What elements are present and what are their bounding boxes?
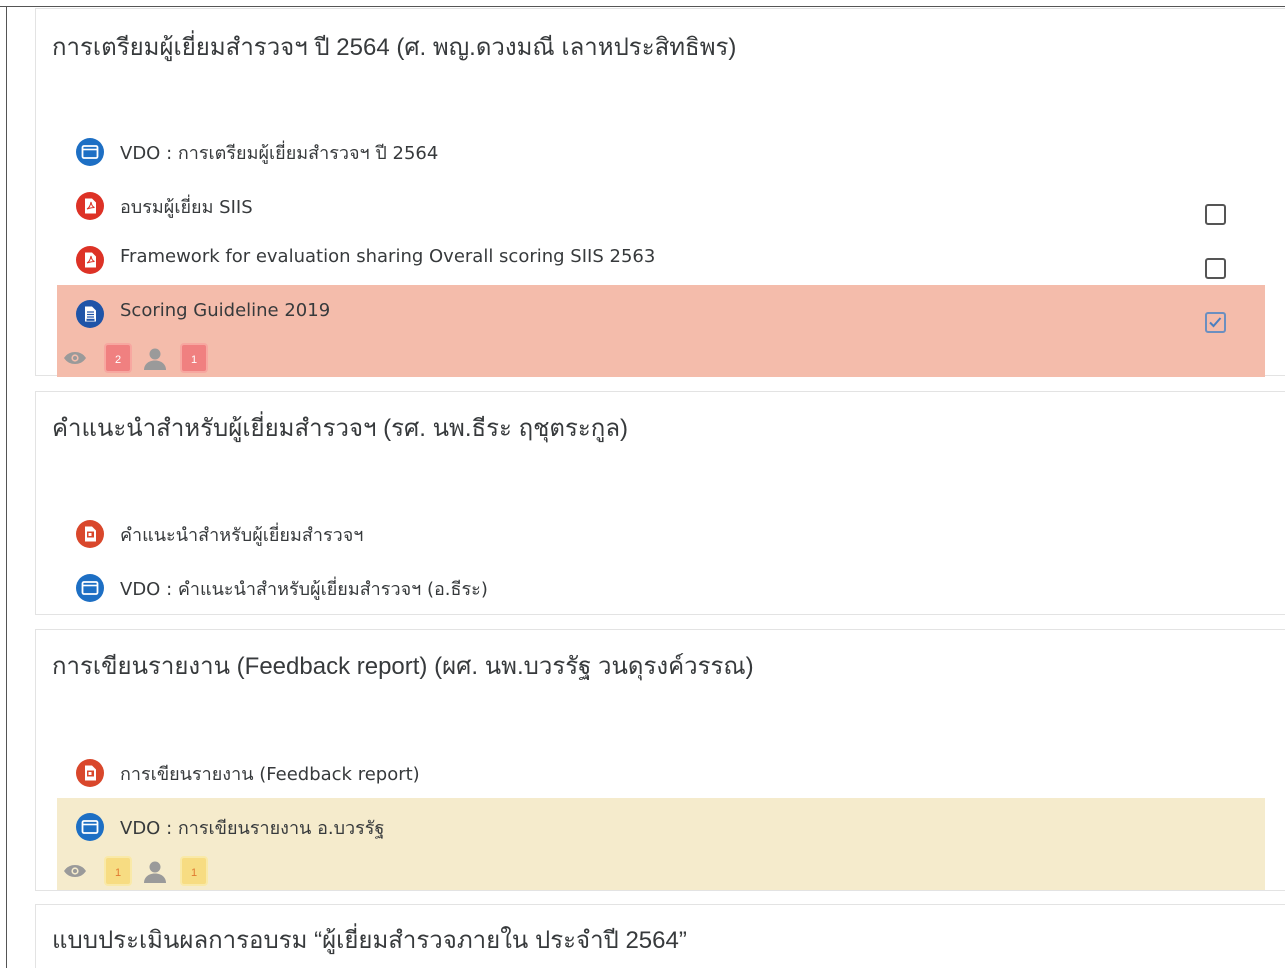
activity-presentation[interactable]: การเขียนรายงาน (Feedback report) bbox=[57, 744, 1265, 798]
activity-video-highlighted[interactable]: VDO : การเขียนรายงาน อ.บวรรัฐ 1 1 bbox=[57, 798, 1265, 890]
presentation-icon bbox=[76, 759, 104, 787]
activity-link[interactable]: VDO : การเตรียมผู้เยี่ยมสำรวจฯ ปี 2564 bbox=[120, 138, 438, 167]
user-icon bbox=[144, 348, 166, 370]
course-section-2: คำแนะนำสำหรับผู้เยี่ยมสำรวจฯ (รศ. นพ.ธีร… bbox=[35, 391, 1285, 615]
activity-link[interactable]: การเขียนรายงาน (Feedback report) bbox=[120, 759, 420, 788]
document-icon bbox=[76, 300, 104, 328]
pdf-icon bbox=[76, 246, 104, 274]
presentation-icon bbox=[76, 520, 104, 548]
completion-checkbox[interactable] bbox=[1205, 204, 1226, 225]
video-icon bbox=[76, 138, 104, 166]
activity-pdf[interactable]: Framework for evaluation sharing Overall… bbox=[57, 231, 1265, 285]
course-section-1: การเตรียมผู้เยี่ยมสำรวจฯ ปี 2564 (ศ. พญ.… bbox=[35, 8, 1285, 377]
eye-icon bbox=[64, 352, 86, 364]
activity-stats: 2 1 bbox=[63, 343, 223, 375]
video-icon bbox=[76, 813, 104, 841]
users-count-badge: 1 bbox=[180, 343, 208, 373]
activity-presentation[interactable]: คำแนะนำสำหรับผู้เยี่ยมสำรวจฯ bbox=[57, 505, 1265, 559]
eye-icon bbox=[64, 865, 86, 877]
activity-link[interactable]: Scoring Guideline 2019 bbox=[120, 300, 330, 321]
activity-link[interactable]: อบรมผู้เยี่ยม SIIS bbox=[120, 192, 253, 221]
users-count-badge: 1 bbox=[180, 856, 208, 886]
activity-link[interactable]: VDO : คำแนะนำสำหรับผู้เยี่ยมสำรวจฯ (อ.ธี… bbox=[120, 574, 488, 603]
section-title: แบบประเมินผลการอบรม “ผู้เยี่ยมสำรวจภายใน… bbox=[52, 927, 687, 954]
section-title: การเตรียมผู้เยี่ยมสำรวจฯ ปี 2564 (ศ. พญ.… bbox=[52, 34, 737, 61]
pdf-icon bbox=[76, 192, 104, 220]
course-section-4: แบบประเมินผลการอบรม “ผู้เยี่ยมสำรวจภายใน… bbox=[35, 904, 1285, 968]
activity-link[interactable]: คำแนะนำสำหรับผู้เยี่ยมสำรวจฯ bbox=[120, 520, 363, 549]
user-icon bbox=[144, 861, 166, 883]
video-icon bbox=[76, 574, 104, 602]
section-title: คำแนะนำสำหรับผู้เยี่ยมสำรวจฯ (รศ. นพ.ธีร… bbox=[52, 415, 629, 442]
activity-stats: 1 1 bbox=[63, 856, 223, 888]
window-border-left bbox=[6, 6, 7, 968]
activity-video[interactable]: VDO : คำแนะนำสำหรับผู้เยี่ยมสำรวจฯ (อ.ธี… bbox=[57, 559, 1265, 613]
course-section-3: การเขียนรายงาน (Feedback report) (ผศ. นพ… bbox=[35, 629, 1285, 891]
views-count-badge: 1 bbox=[104, 856, 132, 886]
completion-checkbox[interactable] bbox=[1205, 258, 1226, 279]
completion-checkbox-checked[interactable] bbox=[1205, 312, 1226, 333]
section-title: การเขียนรายงาน (Feedback report) (ผศ. นพ… bbox=[52, 653, 754, 680]
activity-pdf[interactable]: อบรมผู้เยี่ยม SIIS bbox=[57, 177, 1265, 231]
window-border-top bbox=[0, 6, 1285, 7]
activity-link[interactable]: Framework for evaluation sharing Overall… bbox=[120, 246, 655, 267]
activity-video[interactable]: VDO : การเตรียมผู้เยี่ยมสำรวจฯ ปี 2564 bbox=[57, 123, 1265, 177]
activity-document-highlighted[interactable]: Scoring Guideline 2019 2 1 bbox=[57, 285, 1265, 377]
views-count-badge: 2 bbox=[104, 343, 132, 373]
activity-link[interactable]: VDO : การเขียนรายงาน อ.บวรรัฐ bbox=[120, 813, 384, 842]
